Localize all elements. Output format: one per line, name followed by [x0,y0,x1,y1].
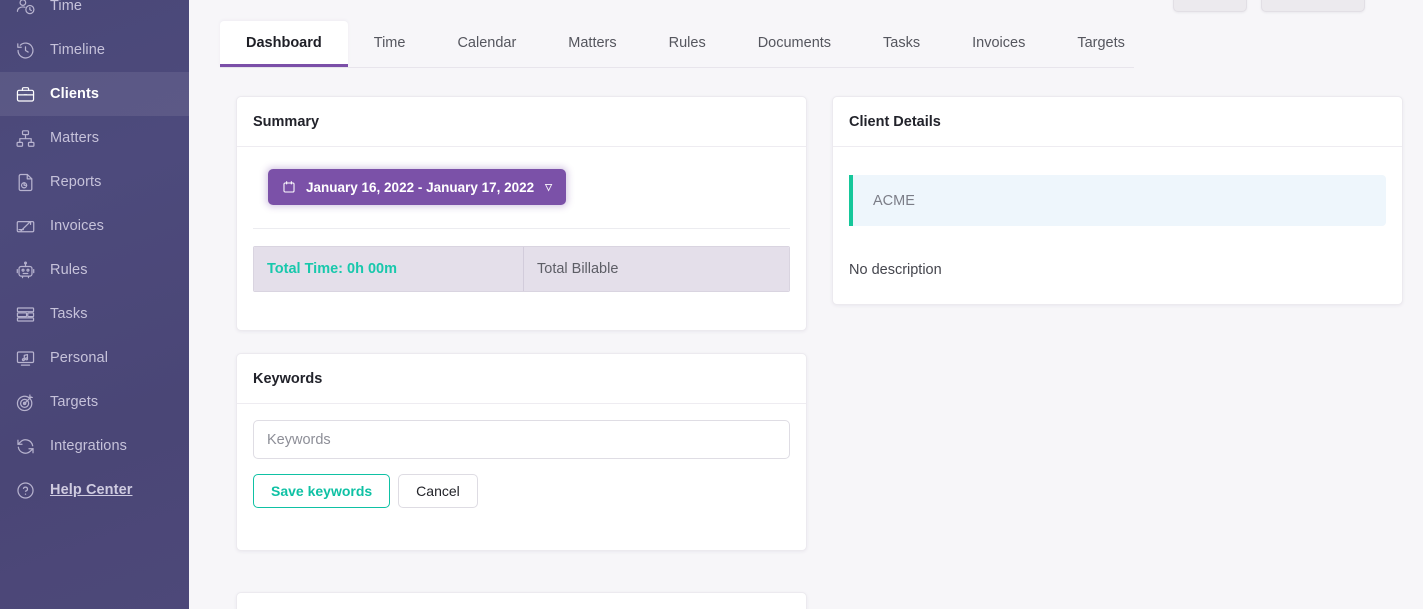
tab-label: Targets [1077,34,1125,51]
sidebar-item-label: Clients [50,86,100,102]
tab-bar: Dashboard Time Calendar Matters Rules Do… [220,21,1134,68]
tab-label: Tasks [883,34,921,51]
next-card-partial [236,592,807,609]
tab-label: Documents [757,34,832,51]
main-content: Dashboard Time Calendar Matters Rules Do… [189,0,1423,609]
tab-label: Time [373,34,406,51]
sidebar-item-label: Tasks [50,306,88,322]
client-details-body: ACME No description [833,147,1402,294]
tab-tasks[interactable]: Tasks [857,21,946,67]
sidebar-item-invoices[interactable]: Invoices [0,204,189,248]
save-keywords-button[interactable]: Save keywords [253,474,391,508]
tab-label: Invoices [972,34,1026,51]
summary-divider [253,228,790,229]
summary-card-title: Summary [237,97,806,147]
chevron-down-icon: ▽ [545,181,553,192]
robot-icon [14,259,36,281]
report-chart-icon [14,171,36,193]
question-circle-icon [14,479,36,501]
sidebar-item-integrations[interactable]: Integrations [0,424,189,468]
monitor-music-icon [14,347,36,369]
total-time-cell: Total Time: 0h 00m [254,247,523,291]
tab-label: Dashboard [246,34,322,51]
keywords-input[interactable] [253,420,790,459]
keywords-card-body: Save keywords Cancel [237,404,806,524]
sidebar-item-targets[interactable]: Targets [0,380,189,424]
cancel-button[interactable]: Cancel [398,474,478,508]
tasks-bars-icon [14,303,36,325]
topbar-button-2[interactable] [1261,0,1365,12]
sidebar-item-label: Rules [50,262,88,278]
sidebar-item-label: Targets [50,394,99,410]
tab-documents[interactable]: Documents [732,21,857,67]
sidebar-item-label: Time [50,0,83,14]
topbar-buttons [1173,0,1365,12]
client-description: No description [849,262,942,278]
sidebar-item-label: Matters [50,130,100,146]
sidebar-item-time[interactable]: Time [0,0,189,28]
target-icon [14,391,36,413]
sidebar: Time Timeline Clients Matters Reports In… [0,0,189,609]
keywords-actions: Save keywords Cancel [253,474,790,508]
tab-calendar[interactable]: Calendar [431,21,542,67]
date-range-row: January 16, 2022 - January 17, 2022 ▽ [237,147,806,205]
total-billable-cell: Total Billable [523,247,789,291]
client-name: ACME [873,192,915,209]
tab-rules[interactable]: Rules [643,21,732,67]
clock-rewind-icon [14,39,36,61]
hierarchy-icon [14,127,36,149]
tab-label: Rules [668,34,706,51]
sidebar-item-personal[interactable]: Personal [0,336,189,380]
sidebar-item-label: Invoices [50,218,104,234]
client-name-banner[interactable]: ACME [849,175,1386,226]
sidebar-nav: Time Timeline Clients Matters Reports In… [0,0,189,512]
summary-card: Summary January 16, 2022 - January 17, 2… [236,96,807,331]
sidebar-item-rules[interactable]: Rules [0,248,189,292]
sidebar-item-tasks[interactable]: Tasks [0,292,189,336]
sync-icon [14,435,36,457]
sidebar-item-clients[interactable]: Clients [0,72,189,116]
date-range-picker-button[interactable]: January 16, 2022 - January 17, 2022 ▽ [268,169,567,205]
tab-dashboard[interactable]: Dashboard [220,21,348,67]
keywords-card: Keywords Save keywords Cancel [236,353,807,551]
tab-label: Calendar [457,34,517,51]
sidebar-item-reports[interactable]: Reports [0,160,189,204]
briefcase-icon [14,83,36,105]
sidebar-item-label: Integrations [50,438,127,454]
topbar-button-1[interactable] [1173,0,1247,12]
invoice-icon [14,215,36,237]
sidebar-item-timeline[interactable]: Timeline [0,28,189,72]
sidebar-item-label: Reports [50,174,102,190]
sidebar-item-label: Timeline [50,42,106,58]
sidebar-item-help-center[interactable]: Help Center [0,468,189,512]
tab-matters[interactable]: Matters [542,21,642,67]
date-range-label: January 16, 2022 - January 17, 2022 [306,179,535,195]
summary-totals: Total Time: 0h 00m Total Billable [253,246,790,292]
tab-label: Matters [568,34,617,51]
sidebar-item-label: Help Center [50,482,133,498]
client-details-card: Client Details ACME No description [832,96,1403,305]
client-details-title: Client Details [833,97,1402,147]
tab-targets[interactable]: Targets [1051,21,1151,67]
user-clock-icon [14,0,36,17]
sidebar-item-matters[interactable]: Matters [0,116,189,160]
calendar-icon [282,180,296,194]
keywords-card-title: Keywords [237,354,806,404]
tab-invoices[interactable]: Invoices [946,21,1051,67]
tab-time[interactable]: Time [348,21,432,67]
sidebar-item-label: Personal [50,350,109,366]
app-root: Time Timeline Clients Matters Reports In… [0,0,1423,609]
